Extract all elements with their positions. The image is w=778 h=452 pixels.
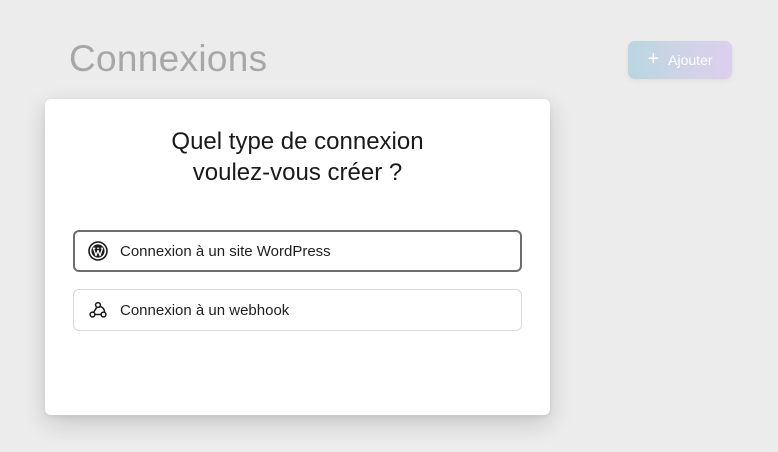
dialog-title: Quel type de connexion voulez-vous créer…	[45, 126, 550, 188]
wordpress-icon	[88, 241, 108, 261]
connections-page: Connexions + Ajouter Quel type de connex…	[0, 0, 778, 452]
dialog-title-line-2: voulez-vous créer ?	[192, 159, 403, 186]
dialog-title-line-1: Quel type de connexion	[171, 128, 424, 155]
plus-icon: +	[647, 48, 660, 70]
option-webhook-connection[interactable]: Connexion à un webhook	[73, 289, 522, 331]
option-wordpress-connection[interactable]: Connexion à un site WordPress	[73, 230, 522, 272]
option-label: Connexion à un webhook	[120, 301, 290, 319]
connection-type-dialog: Quel type de connexion voulez-vous créer…	[45, 99, 550, 415]
webhook-icon	[88, 300, 108, 320]
add-button-label: Ajouter	[668, 52, 713, 68]
page-title: Connexions	[69, 38, 268, 79]
add-connection-button[interactable]: + Ajouter	[628, 41, 732, 79]
option-label: Connexion à un site WordPress	[120, 242, 331, 260]
